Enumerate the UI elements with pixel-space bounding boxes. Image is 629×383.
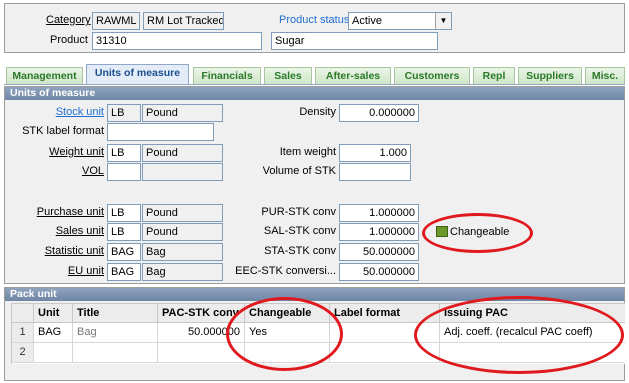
sal-stk-conv-label: SAL-STK conv [263,225,336,237]
statistic-unit-desc-field: Bag [142,243,223,261]
purchase-unit-code-field[interactable]: LB [107,204,141,222]
sales-unit-code-field[interactable]: LB [107,223,141,241]
eu-unit-code-field[interactable]: BAG [107,263,141,281]
chevron-down-icon[interactable]: ▼ [435,13,451,29]
sta-stk-conv-label: STA-STK conv [264,245,336,257]
tab-misc[interactable]: Misc. [585,67,625,84]
uom-section-header: Units of measure [5,87,624,100]
purchase-unit-desc-field: Pound [142,204,223,222]
category-label[interactable]: Category [46,13,91,28]
tab-sales[interactable]: Sales [264,67,312,84]
tab-units-of-measure[interactable]: Units of measure [86,64,189,84]
category-desc-field: RM Lot Tracked [143,12,224,30]
cell-unit[interactable] [34,343,73,363]
product-desc-field[interactable]: Sugar [271,32,438,50]
tab-management[interactable]: Management [6,67,83,84]
annotation-ellipse-changeable [422,213,533,253]
category-code-field[interactable]: RAWML [92,12,140,30]
eu-unit-label[interactable]: EU unit [10,264,104,279]
sales-unit-desc-field: Pound [142,223,223,241]
density-field[interactable]: 0.000000 [339,104,419,122]
cell-unit[interactable]: BAG [34,323,73,343]
tab-suppliers[interactable]: Suppliers [518,67,582,84]
vol-desc-field [142,163,223,181]
item-weight-label: Item weight [279,146,336,158]
product-status-value: Active [352,15,382,27]
stock-unit-code-field[interactable]: LB [107,104,141,122]
tab-customers[interactable]: Customers [394,67,470,84]
tab-repl[interactable]: Repl [473,67,515,84]
stock-unit-label[interactable]: Stock unit [20,105,104,120]
vol-code-field[interactable] [107,163,141,181]
volume-of-stk-label: Volume of STK [262,165,336,177]
density-label: Density [299,106,336,118]
purchase-unit-label[interactable]: Purchase unit [10,205,104,220]
eu-unit-desc-field: Bag [142,263,223,281]
col-header-unit[interactable]: Unit [34,304,73,323]
volume-of-stk-field[interactable] [339,163,411,181]
row-number[interactable]: 1 [12,323,34,343]
product-code-field[interactable]: 31310 [92,32,262,50]
cell-title[interactable]: Bag [73,323,158,343]
weight-unit-label[interactable]: Weight unit [20,145,104,160]
weight-unit-code-field[interactable]: LB [107,144,141,162]
vol-label[interactable]: VOL [20,164,104,179]
sales-unit-label[interactable]: Sales unit [10,224,104,239]
tab-financials[interactable]: Financials [193,67,261,84]
product-label: Product [50,34,88,46]
eec-stk-conv-field[interactable]: 50.000000 [339,263,419,281]
stock-unit-desc-field: Pound [142,104,223,122]
stk-label-format-label: STK label format [22,125,104,137]
stk-label-format-field[interactable] [107,123,214,141]
annotation-ellipse-issuing-pac [414,296,624,374]
product-status-label: Product status [279,14,350,26]
grid-corner [12,304,34,323]
statistic-unit-label[interactable]: Statistic unit [10,244,104,259]
row-number[interactable]: 2 [12,343,34,363]
pur-stk-conv-field[interactable]: 1.000000 [339,204,419,222]
product-status-select[interactable]: Active ▼ [348,12,452,30]
sal-stk-conv-field[interactable]: 1.000000 [339,223,419,241]
item-weight-field[interactable]: 1.000 [339,144,411,162]
tab-after-sales[interactable]: After-sales [315,67,391,84]
eec-stk-conv-label: EEC-STK conversi... [235,265,336,277]
statistic-unit-code-field[interactable]: BAG [107,243,141,261]
sta-stk-conv-field[interactable]: 50.000000 [339,243,419,261]
pur-stk-conv-label: PUR-STK conv [261,206,336,218]
cell-title[interactable] [73,343,158,363]
annotation-ellipse-changeable-column [226,297,343,371]
col-header-title[interactable]: Title [73,304,158,323]
weight-unit-desc-field: Pound [142,144,223,162]
